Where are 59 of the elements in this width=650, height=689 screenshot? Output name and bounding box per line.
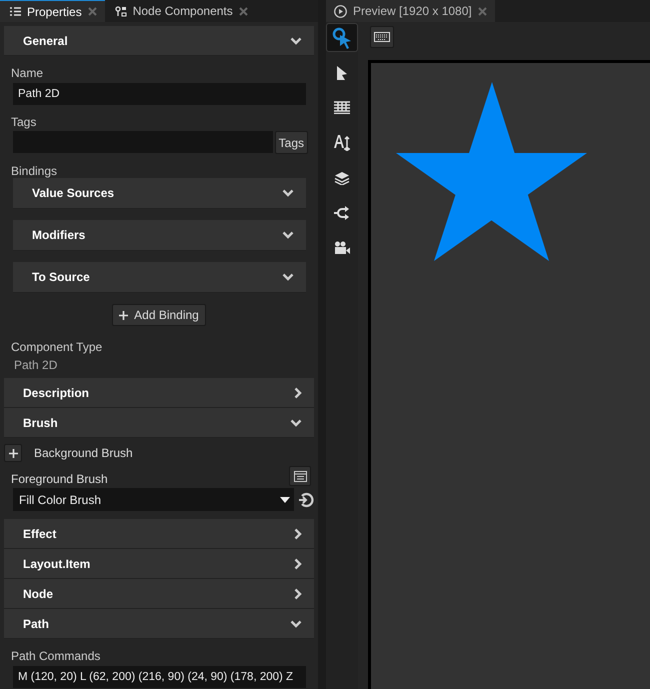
- camera-icon[interactable]: [334, 240, 350, 254]
- table-icon[interactable]: [334, 101, 350, 114]
- panel-icon: [294, 470, 306, 482]
- reset-icon[interactable]: [298, 492, 314, 508]
- add-button[interactable]: [4, 444, 22, 462]
- chevron-down-icon: [290, 620, 302, 628]
- component-type-value: Path 2D: [14, 358, 58, 372]
- preview-tab[interactable]: Preview [1920 x 1080]: [326, 0, 495, 22]
- field-label: Name: [11, 66, 44, 80]
- section-header[interactable]: Node: [4, 579, 314, 609]
- section-header[interactable]: Effect: [4, 519, 314, 549]
- field-label: Path Commands: [11, 649, 100, 663]
- editor-button[interactable]: [289, 466, 311, 486]
- layers-icon[interactable]: [334, 170, 350, 184]
- plus-icon: [119, 310, 128, 320]
- chevron-right-icon: [294, 588, 302, 600]
- pick-pointer-icon[interactable]: [332, 26, 352, 48]
- close-icon[interactable]: [88, 7, 97, 16]
- section-header[interactable]: General: [4, 26, 314, 56]
- chevron-right-icon: [294, 386, 302, 398]
- property-label: Background Brush: [34, 446, 133, 460]
- text-icon[interactable]: [333, 134, 351, 152]
- nodes-icon: [114, 6, 127, 16]
- close-icon[interactable]: [238, 6, 248, 16]
- field-label: Bindings: [11, 164, 58, 178]
- binding-section-header[interactable]: Modifiers: [13, 220, 306, 251]
- keyboard-icon: [374, 32, 390, 42]
- chevron-down-icon: [290, 418, 302, 426]
- chevron-down-icon: [282, 189, 294, 197]
- tags-button[interactable]: Tags: [274, 131, 308, 154]
- chevron-down-icon: [290, 36, 302, 44]
- merge-arrow-icon[interactable]: [334, 206, 350, 220]
- field-label: Component Type: [11, 340, 102, 354]
- section-header[interactable]: Description: [4, 378, 314, 408]
- add-binding-button[interactable]: Add Binding: [112, 304, 206, 326]
- input-field[interactable]: Path 2D: [13, 83, 306, 105]
- dropdown-arrow-icon: [280, 496, 290, 502]
- chevron-down-icon: [282, 273, 294, 281]
- chevron-right-icon: [294, 558, 302, 570]
- chevron-right-icon: [294, 528, 302, 540]
- keyboard-button[interactable]: [370, 26, 394, 48]
- panel-tab[interactable]: Node Components: [104, 0, 256, 22]
- section-header[interactable]: Brush: [4, 408, 314, 438]
- section-header[interactable]: Path: [4, 609, 314, 639]
- brush-dropdown[interactable]: Fill Color Brush: [13, 488, 294, 511]
- input-field[interactable]: M (120, 20) L (62, 200) (216, 90) (24, 90) (178, 200) Z: [13, 666, 306, 688]
- chevron-down-icon: [282, 231, 294, 239]
- tool-button[interactable]: [327, 24, 357, 51]
- list-icon: [10, 7, 21, 16]
- field-label: Foreground Brush: [11, 472, 108, 486]
- close-icon[interactable]: [478, 6, 487, 16]
- pointer-icon[interactable]: [336, 64, 348, 80]
- plus-icon: [8, 448, 18, 458]
- binding-section-header[interactable]: Value Sources: [13, 178, 306, 209]
- panel-tab[interactable]: Properties: [0, 0, 105, 22]
- play-icon: [334, 4, 347, 18]
- field-label: Tags: [11, 115, 36, 129]
- section-header[interactable]: Layout.Item: [4, 549, 314, 579]
- binding-section-header[interactable]: To Source: [13, 262, 306, 293]
